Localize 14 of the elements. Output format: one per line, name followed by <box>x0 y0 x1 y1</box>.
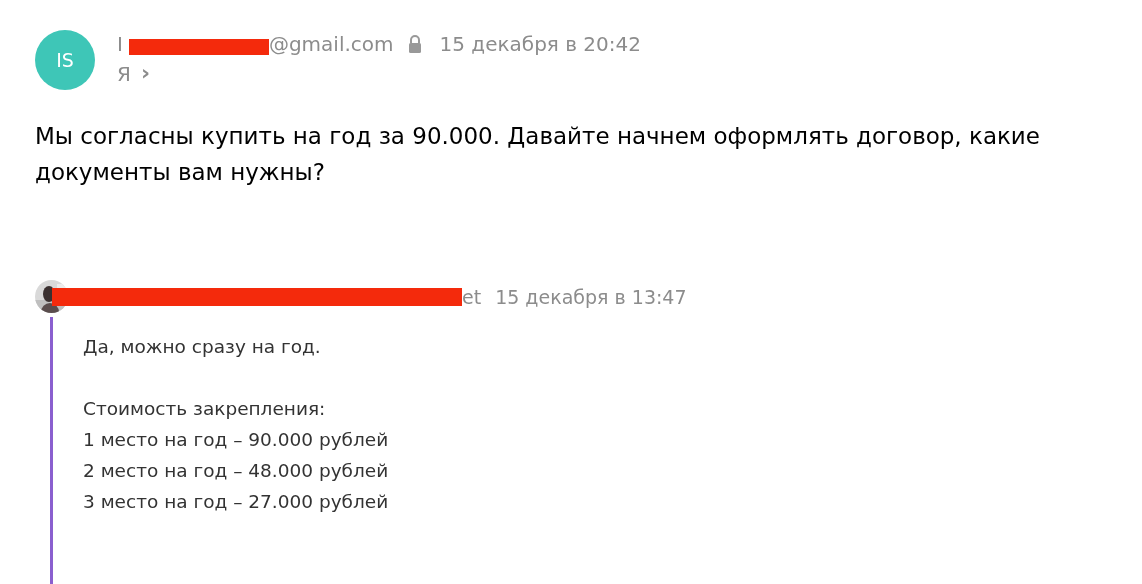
avatar: IS <box>35 30 95 90</box>
sender-email: et <box>462 285 482 308</box>
sender-name: I <box>117 32 123 56</box>
recipient: Я <box>117 62 131 86</box>
quote-line: Да, можно сразу на год. <box>83 335 322 359</box>
quote-line: 1 место на год – 90.000 рублей <box>83 428 390 452</box>
expand-recipients-toggle[interactable]: › <box>140 62 150 86</box>
message-body: Мы согласны купить на год за 90.000. Давайте начнем оформлять договор, какие документы вам нужны? <box>35 122 1041 187</box>
quote-line: Стоимость закрепления: <box>83 397 327 421</box>
message-date: 15 декабря в 20:42 <box>439 32 641 56</box>
sender-email: @gmail.com <box>268 32 394 56</box>
quote-line: 2 место на год – 48.000 рублей <box>83 459 390 483</box>
quote-line: 3 место на год – 27.000 рублей <box>83 490 390 514</box>
quote-date: 15 декабря в 13:47 <box>495 285 687 308</box>
